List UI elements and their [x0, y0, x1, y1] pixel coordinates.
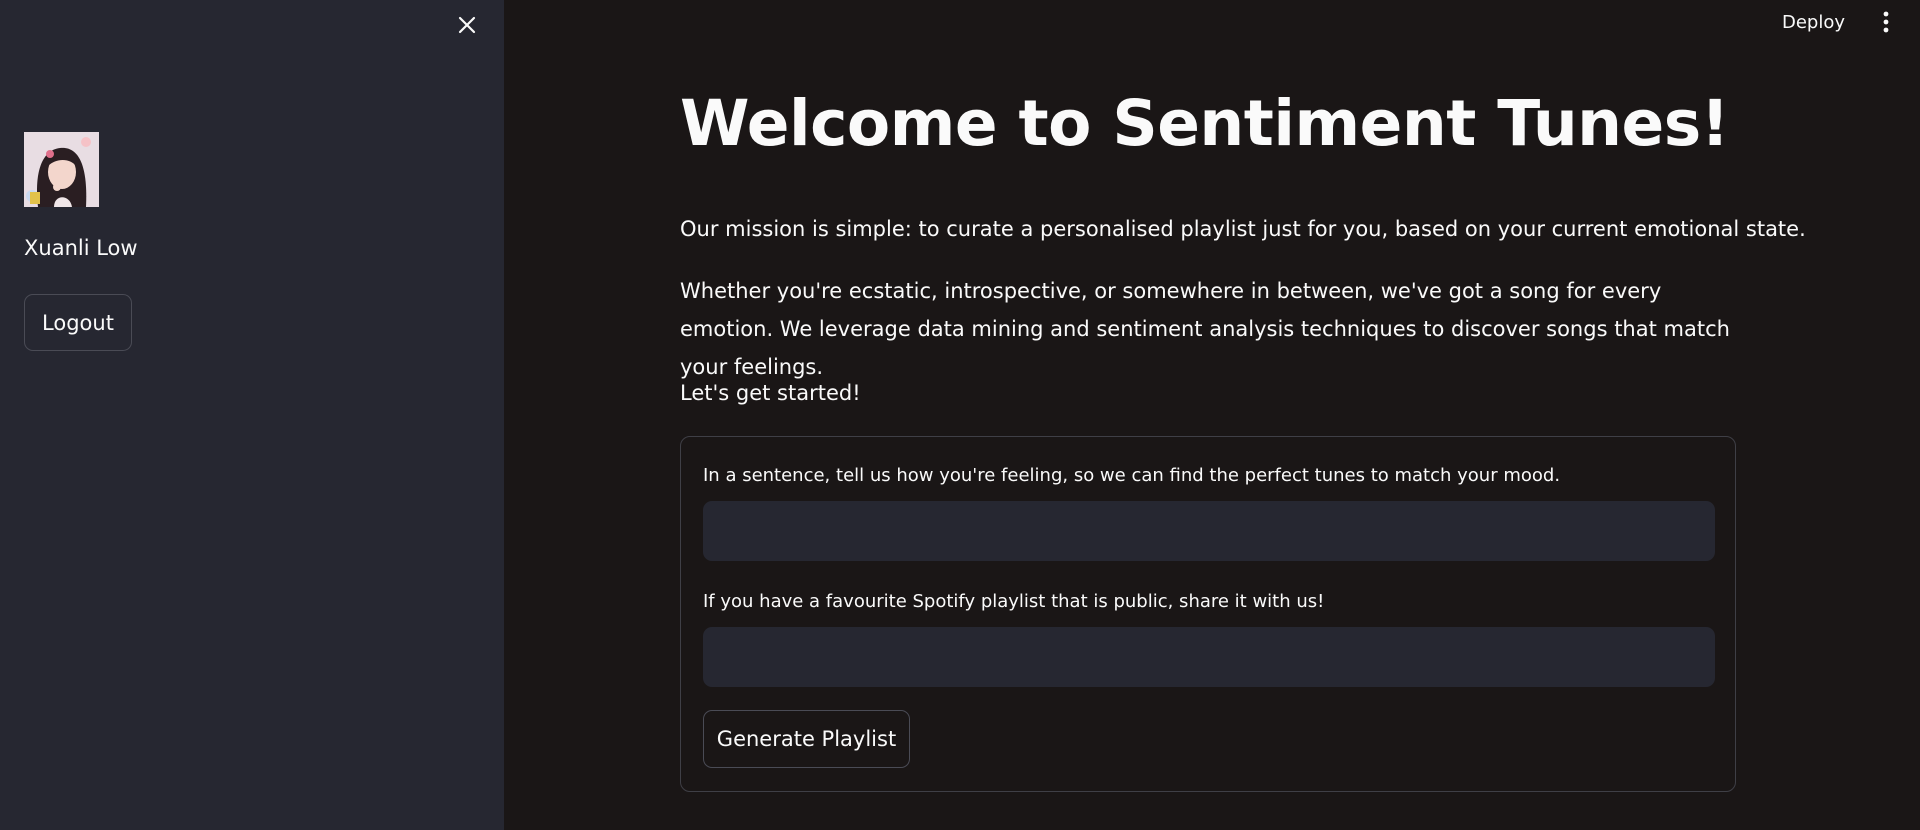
kebab-menu-icon: [1883, 11, 1889, 33]
playlist-form: In a sentence, tell us how you're feelin…: [680, 436, 1736, 792]
user-name: Xuanli Low: [24, 236, 138, 260]
user-avatar: [24, 132, 99, 207]
generate-playlist-button[interactable]: Generate Playlist: [703, 710, 910, 768]
description-paragraph: Whether you're ecstatic, introspective, …: [680, 279, 1730, 379]
close-icon: [458, 16, 476, 34]
avatar-image: [24, 132, 99, 207]
spotify-playlist-input[interactable]: [703, 627, 1715, 687]
deploy-button[interactable]: Deploy: [1770, 6, 1857, 38]
app-root: Xuanli Low Logout Deploy Welcome to Sent…: [0, 0, 1920, 830]
mission-paragraph: Our mission is simple: to curate a perso…: [680, 217, 1806, 241]
playlist-field-label: If you have a favourite Spotify playlist…: [703, 591, 1325, 612]
sidebar: Xuanli Low Logout: [0, 0, 504, 830]
main-menu-button[interactable]: [1872, 6, 1900, 38]
get-started-text: Let's get started!: [680, 381, 861, 405]
page-title: Welcome to Sentiment Tunes!: [680, 87, 1729, 160]
logout-button[interactable]: Logout: [24, 294, 132, 351]
mood-input[interactable]: [703, 501, 1715, 561]
sidebar-close-button[interactable]: [452, 10, 482, 40]
mood-field-label: In a sentence, tell us how you're feelin…: [703, 465, 1561, 486]
